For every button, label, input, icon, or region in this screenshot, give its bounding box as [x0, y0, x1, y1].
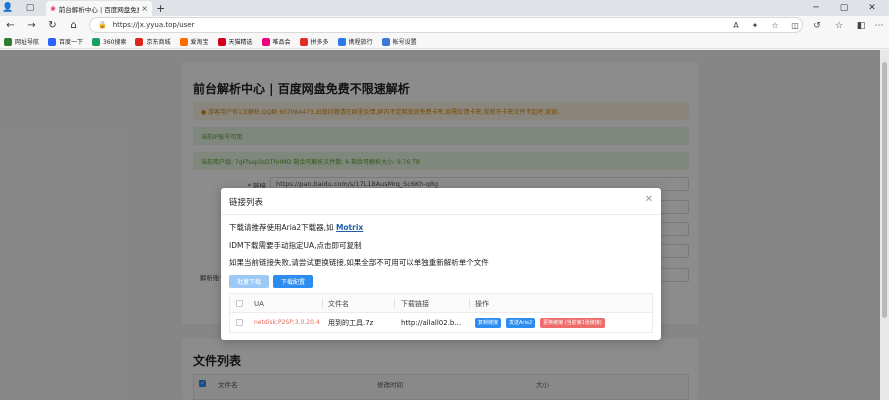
- row-link[interactable]: http://allall02.b...: [401, 313, 467, 332]
- read-aloud-icon[interactable]: A: [727, 17, 745, 33]
- maximize-icon[interactable]: ▢: [833, 0, 855, 16]
- bookmark-icon: [261, 37, 270, 46]
- link-list-modal: 链接列表 ✕ 下载请推荐使用Aria2下载器,如 Motrix IDM下载需要手…: [221, 188, 661, 340]
- col-divider: [469, 298, 470, 309]
- url-path: /user: [176, 21, 195, 29]
- batch-download-button[interactable]: 批量下载: [229, 275, 269, 288]
- aria2-tip: 下载请推荐使用Aria2下载器,如 Motrix: [229, 223, 364, 232]
- copy-link-button[interactable]: 复制链接: [475, 317, 502, 328]
- favorite-star-icon[interactable]: ☆: [766, 17, 784, 33]
- select-all-checkbox[interactable]: [236, 294, 243, 313]
- back-icon[interactable]: ←: [0, 16, 21, 35]
- bookmark-icon: [299, 37, 308, 46]
- bookmark-item[interactable]: 网址导航: [4, 37, 39, 46]
- col-divider: [322, 298, 323, 309]
- tab-favicon-icon: ❀: [50, 4, 56, 13]
- extensions-icon[interactable]: ✦: [746, 17, 764, 33]
- bookmark-item[interactable]: 唯品会: [261, 37, 291, 46]
- bookmark-icon: [217, 37, 226, 46]
- browser-tab[interactable]: ❀ 前台解析中心 | 百度网盘免费不限速解析 ×: [46, 1, 152, 16]
- window-close-icon[interactable]: ✕: [861, 0, 883, 16]
- col-download-link: 下载链接: [401, 299, 429, 308]
- checkbox-icon: [236, 319, 243, 326]
- settings-menu-icon[interactable]: ⋯: [868, 16, 889, 35]
- change-link-button[interactable]: 更换链接 (当前第1张链接): [540, 317, 605, 328]
- retry-tip: 如果当前链接失败,请尝试更换链接,如果全部不可用可以单独重新解析单个文件: [229, 258, 489, 267]
- bookmark-item[interactable]: 天猫精选: [217, 37, 253, 46]
- row-checkbox[interactable]: [236, 313, 243, 332]
- row-ua[interactable]: netdisk;P2SP;3.0.20.4;: [254, 313, 320, 332]
- send-aria2-button[interactable]: 发送Aria2: [506, 317, 536, 328]
- bookmark-item[interactable]: 百度一下: [48, 37, 83, 46]
- home-icon[interactable]: ⌂: [63, 16, 84, 35]
- modal-close-icon[interactable]: ✕: [645, 194, 653, 205]
- address-bar[interactable]: 🔒 https://jx.yyua.top/user: [89, 17, 803, 33]
- bookmark-icon: [48, 37, 57, 46]
- row-actions: 复制链接 发送Aria2 更换链接 (当前第1张链接): [475, 313, 610, 332]
- bookmark-icon: [381, 37, 390, 46]
- bookmark-icon: [135, 37, 144, 46]
- minimize-icon[interactable]: ─: [805, 0, 827, 16]
- tab-close-icon[interactable]: ×: [141, 4, 148, 13]
- row-filename: 用到的工具.7z: [328, 318, 374, 327]
- page-scrollbar[interactable]: [880, 50, 889, 400]
- link-table-header: UA 文件名 下载链接 操作: [230, 294, 652, 313]
- bookmark-icon: [337, 37, 346, 46]
- refresh-icon[interactable]: ↻: [42, 16, 63, 35]
- new-tab-icon[interactable]: +: [156, 2, 165, 15]
- tab-title: 前台解析中心 | 百度网盘免费不限速解析: [58, 5, 139, 14]
- link-table: UA 文件名 下载链接 操作 netdisk;P2SP;3.0.20.4; 用到…: [229, 293, 653, 333]
- idm-tip: IDM下载需要手动指定UA,点击即可复制: [229, 241, 362, 250]
- col-ua: UA: [254, 299, 264, 308]
- modal-divider: [221, 214, 661, 215]
- bookmark-icon: [92, 37, 101, 46]
- bookmarks-bar: 网址导航 百度一下 360搜索 京东商城 爱淘宝 天猫精选 唯品会 拼多多 携程…: [0, 35, 889, 49]
- bookmark-item[interactable]: 360搜索: [92, 37, 126, 46]
- sync-icon[interactable]: ↺: [806, 16, 828, 35]
- forward-icon[interactable]: →: [21, 16, 42, 35]
- collections-icon[interactable]: ◫: [786, 17, 804, 33]
- bookmark-item[interactable]: 拼多多: [299, 37, 329, 46]
- motrix-link[interactable]: Motrix: [336, 223, 363, 232]
- bookmark-item[interactable]: 帐号设置: [381, 37, 417, 46]
- profile-icon[interactable]: 👤: [0, 0, 16, 16]
- bookmark-item[interactable]: 京东商城: [135, 37, 171, 46]
- col-actions: 操作: [475, 299, 489, 308]
- bookmark-icon: [4, 37, 12, 46]
- col-divider: [394, 298, 395, 309]
- lock-icon[interactable]: 🔒: [98, 21, 107, 29]
- tab-actions-icon[interactable]: ▢: [22, 0, 38, 16]
- bookmark-item[interactable]: 爱淘宝: [179, 37, 209, 46]
- scrollbar-thumb[interactable]: [882, 62, 887, 318]
- col-filename: 文件名: [328, 299, 349, 308]
- bookmark-item[interactable]: 携程旅行: [337, 37, 373, 46]
- modal-title: 链接列表: [229, 198, 264, 208]
- favorites-list-icon[interactable]: ☆: [828, 16, 850, 35]
- url-host: https://jx.yyua.top: [112, 21, 177, 29]
- checkbox-icon: [236, 300, 243, 307]
- bookmark-icon: [179, 37, 188, 46]
- download-config-button[interactable]: 下载配置: [273, 275, 313, 288]
- table-row: netdisk;P2SP;3.0.20.4; 用到的工具.7z http://a…: [230, 313, 652, 332]
